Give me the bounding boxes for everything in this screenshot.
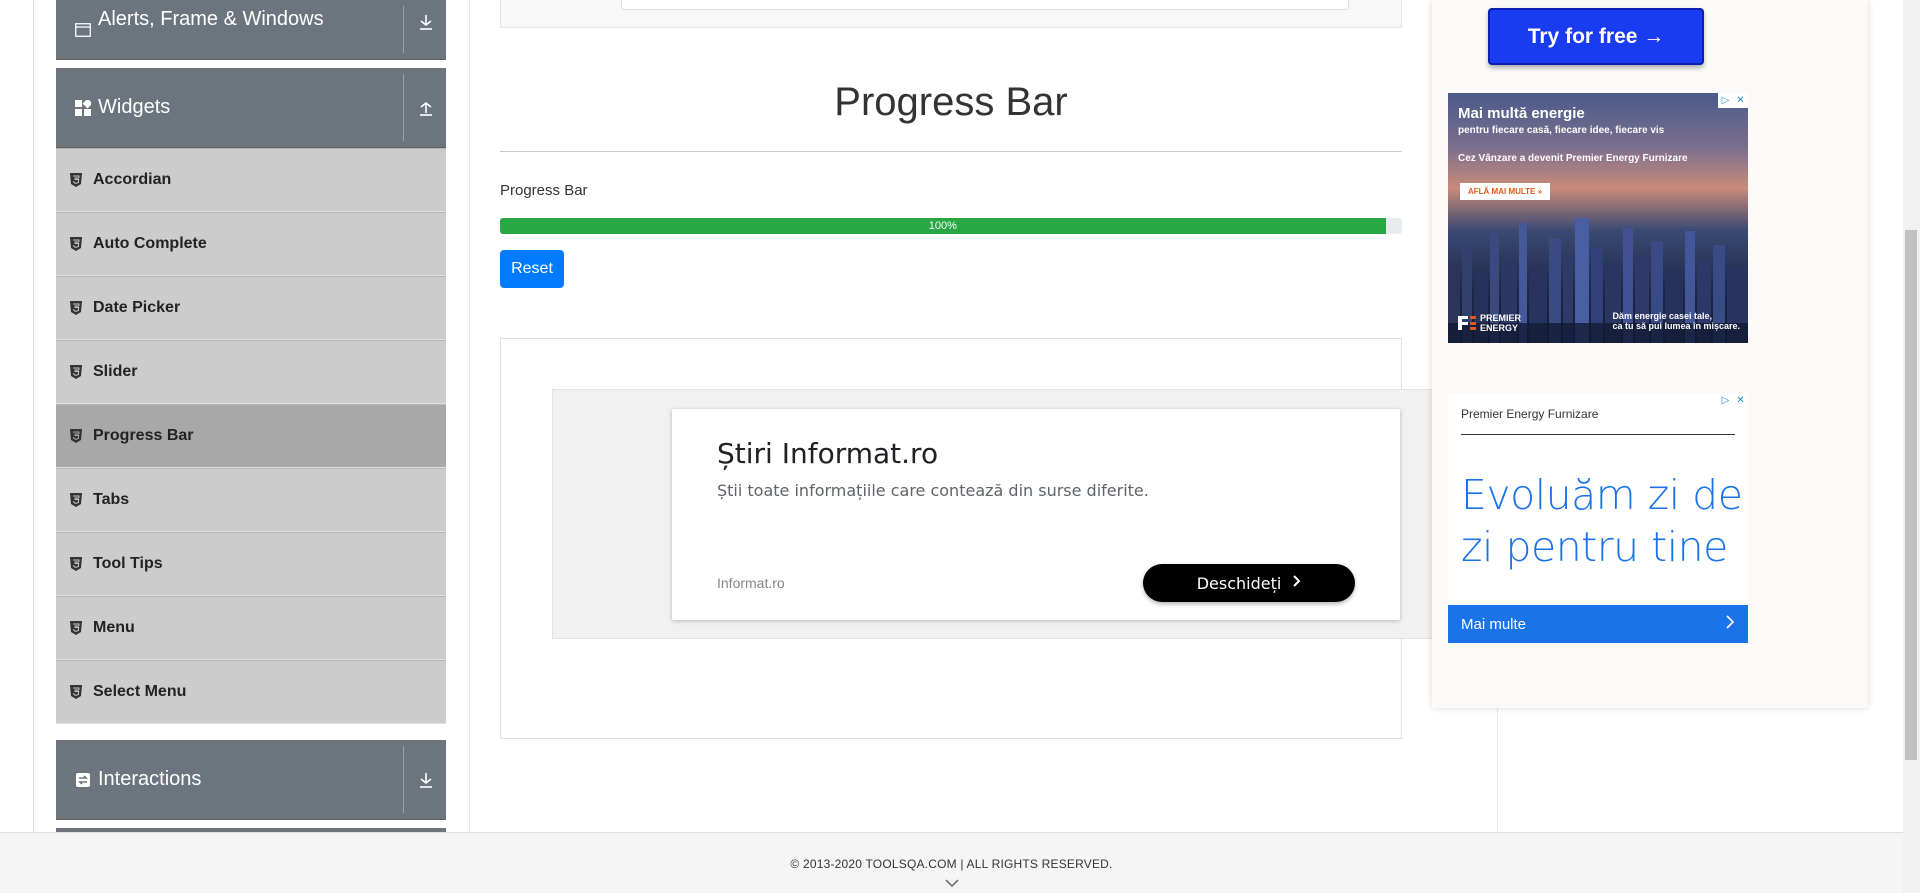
menu-item-slider[interactable]: Slider	[56, 340, 446, 404]
try-for-free-button[interactable]: Try for free →	[1488, 8, 1704, 65]
menu-item-progress-bar[interactable]: Progress Bar	[56, 404, 446, 468]
ad-choices-icon[interactable]: ▷	[1718, 393, 1733, 408]
slogan-line2: ca tu să pui lumea în mișcare.	[1612, 321, 1740, 331]
spacer	[56, 60, 446, 68]
logo-line2: ENERGY	[1480, 323, 1519, 333]
menu-item-label: Slider	[93, 363, 138, 380]
ad-open-label: Deschideți	[1196, 573, 1282, 593]
menu-item-accordian[interactable]: Accordian	[56, 148, 446, 212]
html5-icon	[70, 557, 84, 571]
page-title: Progress Bar	[834, 80, 1068, 124]
widgets-icon	[74, 99, 92, 117]
premier-energy-logo: PREMIER ENERGY	[1458, 313, 1521, 333]
city-ad-cta-label: AFLĂ MAI MULTE	[1468, 187, 1536, 196]
headline-line2: zi pentru tine	[1461, 523, 1728, 572]
city-ad-line3: Cez Vânzare a devenit Premier Energy Fur…	[1458, 153, 1688, 164]
menu-item-label: Tool Tips	[93, 555, 163, 572]
ad-domain[interactable]: Informat.ro	[717, 575, 785, 591]
html5-icon	[70, 173, 84, 187]
top-ad-box	[500, 0, 1402, 28]
divider	[403, 6, 404, 53]
city-ad-subline: pentru fiecare casă, fiecare idee, fieca…	[1458, 125, 1665, 136]
group-label: Widgets	[98, 96, 171, 118]
group-label: Interactions	[98, 768, 202, 790]
menu-item-label: Tabs	[93, 491, 130, 508]
chevron-right-icon	[1293, 575, 1301, 591]
window-icon	[74, 21, 92, 39]
ad-choices[interactable]: ▷ ✕	[1718, 393, 1748, 408]
reset-button[interactable]: Reset	[500, 250, 564, 288]
menu-item-label: Auto Complete	[93, 235, 207, 252]
menu-item-date-picker[interactable]: Date Picker	[56, 276, 446, 340]
spacer	[56, 820, 446, 828]
chevron-down-icon[interactable]	[944, 877, 960, 889]
spacer	[56, 724, 446, 740]
double-chevron-icon: »	[1537, 187, 1543, 196]
ad-headline: Evoluăm zi de zi pentru tine	[1461, 469, 1743, 574]
menu-item-tool-tips[interactable]: Tool Tips	[56, 532, 446, 596]
group-label: Alerts, Frame & Windows	[98, 8, 324, 30]
group-header-widgets[interactable]: Widgets	[56, 68, 446, 148]
ad-card[interactable]: Știri Informat.ro Știi toate informațiil…	[672, 409, 1400, 620]
close-icon[interactable]: ✕	[1733, 93, 1748, 108]
divider	[403, 746, 404, 813]
slogan-line1: Dăm energie casei tale,	[1612, 311, 1712, 321]
menu-item-label: Progress Bar	[93, 427, 194, 444]
menu-item-auto-complete[interactable]: Auto Complete	[56, 212, 446, 276]
widgets-menu: Accordian Auto Complete Date Picker Slid…	[56, 148, 446, 724]
ad-choices[interactable]: ▷ ✕	[1718, 93, 1748, 108]
ad-open-button[interactable]: Deschideți	[1143, 564, 1355, 602]
menu-item-label: Date Picker	[93, 299, 181, 316]
ad-title[interactable]: Știri Informat.ro	[717, 437, 938, 470]
city-ad-headline: Mai multă energie	[1458, 105, 1585, 122]
ad-brand: Premier Energy Furnizare	[1461, 407, 1599, 421]
city-ad-slogan: Dăm energie casei tale, ca tu să pui lum…	[1612, 311, 1740, 331]
page: Alerts, Frame & Windows Widgets Accordia…	[0, 0, 1920, 893]
html5-icon	[70, 237, 84, 251]
footer-copyright: © 2013-2020 TOOLSQA.COM | ALL RIGHTS RES…	[790, 857, 1113, 871]
divider	[403, 74, 404, 141]
sidebar-border	[469, 0, 470, 832]
group-header-alerts[interactable]: Alerts, Frame & Windows	[56, 0, 446, 60]
html5-icon	[70, 493, 84, 507]
html5-icon	[70, 685, 84, 699]
left-border	[33, 0, 34, 832]
html5-icon	[70, 365, 84, 379]
ad-choices-icon[interactable]: ▷	[1718, 93, 1733, 108]
html5-icon	[70, 301, 84, 315]
download-arrow-icon[interactable]	[414, 10, 438, 34]
chevron-right-icon	[1726, 614, 1735, 634]
html5-icon	[70, 429, 84, 443]
headline-line1: Evoluăm zi de	[1461, 471, 1743, 519]
city-ad-cta[interactable]: AFLĂ MAI MULTE »	[1460, 183, 1551, 200]
close-icon[interactable]: ✕	[1733, 393, 1748, 408]
ad-more-button[interactable]: Mai multe	[1448, 605, 1748, 643]
scrollbar-thumb[interactable]	[1905, 230, 1917, 760]
premier-energy-city-ad[interactable]: ▷ ✕ Mai multă energie pentru fiecare cas…	[1448, 93, 1748, 343]
progress-bar: 100%	[500, 218, 1402, 234]
ad-description: Știi toate informațiile care contează di…	[717, 481, 1149, 500]
menu-item-tabs[interactable]: Tabs	[56, 468, 446, 532]
brand-divider	[1461, 434, 1735, 435]
footer: © 2013-2020 TOOLSQA.COM | ALL RIGHTS RES…	[0, 832, 1903, 893]
logo-line1: PREMIER	[1480, 313, 1522, 323]
menu-item-label: Select Menu	[93, 683, 187, 700]
ad-more-label: Mai multe	[1461, 615, 1527, 633]
progress-bar-label: Progress Bar	[500, 182, 588, 199]
premier-energy-text-ad[interactable]: ▷ ✕ Premier Energy Furnizare Evoluăm zi …	[1448, 393, 1748, 643]
sidebar: Alerts, Frame & Windows Widgets Accordia…	[56, 0, 446, 858]
top-ad-inner	[621, 0, 1349, 10]
interactions-icon	[74, 771, 92, 789]
menu-item-menu[interactable]: Menu	[56, 596, 446, 660]
menu-item-select-menu[interactable]: Select Menu	[56, 660, 446, 724]
progress-bar-fill: 100%	[500, 218, 1386, 234]
title-divider	[500, 151, 1402, 152]
upload-arrow-icon[interactable]	[414, 96, 438, 120]
menu-item-label: Accordian	[93, 171, 172, 188]
menu-item-label: Menu	[93, 619, 135, 636]
group-header-interactions[interactable]: Interactions	[56, 740, 446, 820]
download-arrow-icon[interactable]	[414, 768, 438, 792]
html5-icon	[70, 621, 84, 635]
right-ad-column: Try for free → ▷ ✕ Mai multă energie pen…	[1432, 0, 1868, 708]
